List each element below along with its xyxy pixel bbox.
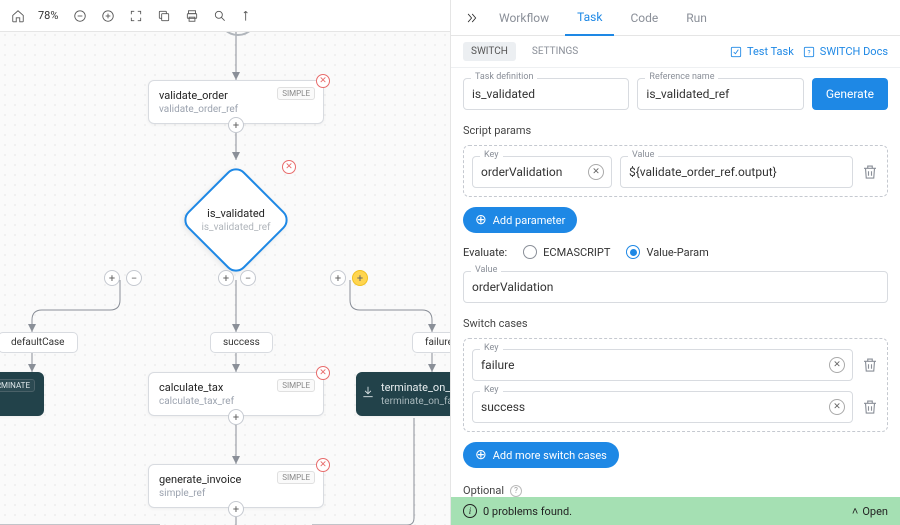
print-icon[interactable] (180, 4, 204, 28)
node-calculate-tax[interactable]: ✕ calculate_tax calculate_tax_ref SIMPLE… (148, 372, 324, 416)
info-icon: i (463, 504, 477, 518)
node-validate-order[interactable]: ✕ validate_order validate_order_ref SIMP… (148, 80, 324, 124)
tab-code[interactable]: Code (618, 0, 670, 36)
task-panel: Workflow Task Code Run SWITCH SETTINGS T… (450, 0, 900, 525)
problems-status-bar[interactable]: i 0 problems found. ˄ Open (451, 497, 900, 525)
add-icon[interactable]: + (330, 270, 346, 286)
case-success[interactable]: success (210, 332, 273, 353)
add-icon[interactable]: + (104, 270, 120, 286)
add-node-icon[interactable]: + (228, 409, 244, 425)
branch-handles-right: + + (330, 270, 368, 286)
case-default[interactable]: defaultCase (0, 332, 78, 353)
script-params-title: Script params (463, 124, 888, 137)
node-terminate-on-failure[interactable]: terminate_on_failure terminate_on_failur… (356, 372, 450, 416)
case-key-input[interactable] (472, 349, 853, 381)
node-type-badge: SIMPLE (277, 471, 315, 484)
add-highlighted-icon[interactable]: + (352, 270, 368, 286)
node-terminate-left[interactable]: _flow _flow_ref TERMINATE (0, 372, 44, 416)
tab-task[interactable]: Task (565, 0, 614, 36)
trash-icon[interactable] (861, 163, 879, 181)
panel-tabs: Workflow Task Code Run (451, 0, 900, 36)
open-label[interactable]: Open (862, 505, 888, 518)
copy-icon[interactable] (152, 4, 176, 28)
task-form: Task definition Reference name Generate … (451, 68, 900, 497)
add-parameter-button[interactable]: ⊕Add parameter (463, 207, 577, 233)
reference-name-input[interactable] (637, 78, 803, 110)
add-switch-case-button[interactable]: ⊕Add more switch cases (463, 442, 619, 468)
task-definition-input[interactable] (463, 78, 629, 110)
workflow-canvas[interactable]: 78% (0, 0, 450, 525)
zoom-out-icon[interactable] (68, 4, 92, 28)
canvas-toolbar: 78% (0, 0, 450, 32)
trash-icon[interactable] (861, 356, 879, 374)
close-icon[interactable]: ✕ (316, 366, 330, 380)
generate-button[interactable]: Generate (812, 78, 888, 110)
node-type-badge: TERMINATE (0, 379, 35, 392)
optional-label: Optional (463, 484, 504, 497)
zoom-in-icon[interactable] (96, 4, 120, 28)
switch-docs-link[interactable]: ?SWITCH Docs (802, 45, 888, 59)
evaluate-row: Evaluate: ECMASCRIPT Value-Param (463, 245, 888, 259)
clear-icon[interactable]: ✕ (829, 399, 845, 415)
tab-run[interactable]: Run (674, 0, 719, 36)
close-icon[interactable]: ✕ (282, 160, 296, 174)
remove-icon[interactable]: − (240, 270, 256, 286)
svg-text:?: ? (807, 48, 810, 56)
add-node-icon[interactable]: + (228, 117, 244, 133)
clear-icon[interactable]: ✕ (829, 357, 845, 373)
subtab-switch[interactable]: SWITCH (463, 42, 516, 61)
test-task-link[interactable]: Test Task (729, 45, 794, 59)
param-value-input[interactable] (620, 156, 853, 188)
evaluate-value-input[interactable] (463, 271, 888, 303)
trash-icon[interactable] (861, 398, 879, 416)
switch-cases-title: Switch cases (463, 317, 888, 330)
tab-workflow[interactable]: Workflow (487, 0, 561, 36)
node-generate-invoice[interactable]: ✕ generate_invoice simple_ref SIMPLE + (148, 464, 324, 508)
subtab-bar: SWITCH SETTINGS Test Task ?SWITCH Docs (451, 36, 900, 68)
problems-text: 0 problems found. (483, 505, 572, 518)
download-icon (361, 385, 375, 399)
node-type-badge: SIMPLE (277, 379, 315, 392)
case-key-input[interactable] (472, 391, 853, 423)
node-type-badge: SIMPLE (277, 87, 315, 100)
close-icon[interactable]: ✕ (316, 458, 330, 472)
sort-icon[interactable] (236, 4, 260, 28)
radio-ecmascript[interactable]: ECMASCRIPT (523, 245, 610, 259)
node-switch-is-validated[interactable]: is_validated is_validated_ref ✕ (140, 160, 332, 280)
branch-handles-left: + − (104, 270, 142, 286)
help-icon[interactable]: ? (510, 485, 522, 497)
branch-handles-mid: + − (218, 270, 256, 286)
search-icon[interactable] (208, 4, 232, 28)
home-icon[interactable] (6, 4, 30, 28)
clear-icon[interactable]: ✕ (588, 164, 604, 180)
remove-icon[interactable]: − (126, 270, 142, 286)
radio-value-param[interactable]: Value-Param (626, 245, 708, 259)
zoom-percent: 78% (34, 9, 64, 22)
collapse-panel-icon[interactable] (459, 6, 483, 30)
close-icon[interactable]: ✕ (316, 74, 330, 88)
fit-icon[interactable] (124, 4, 148, 28)
case-failure[interactable]: failure (412, 332, 450, 353)
add-icon[interactable]: + (218, 270, 234, 286)
chevron-up-icon[interactable]: ˄ (852, 505, 858, 518)
subtab-settings[interactable]: SETTINGS (524, 42, 586, 61)
add-node-icon[interactable]: + (228, 501, 244, 517)
